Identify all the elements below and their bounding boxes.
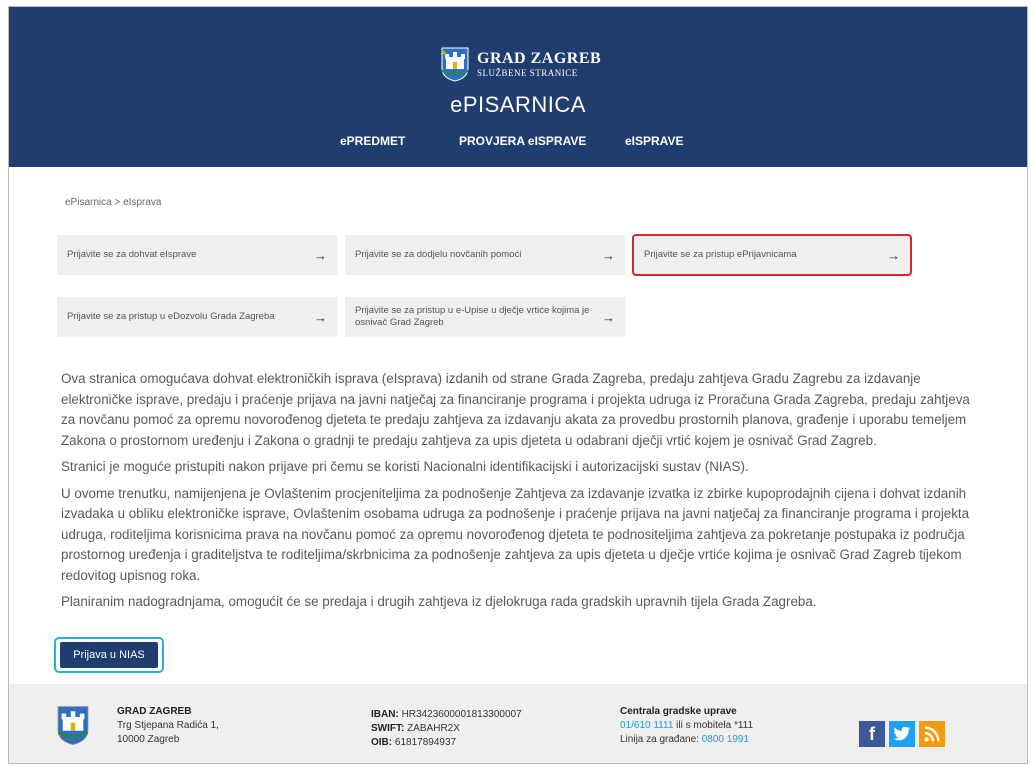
swift-label: SWIFT: [371,723,405,734]
footer-coat-of-arms-icon [57,704,89,751]
footer-address-line2: 10000 Zagreb [117,734,180,745]
tile-edozvola[interactable]: Prijavite se za pristup u eDozvolu Grada… [57,297,337,337]
footer-bank-info: IBAN: HR3423600001813300007 SWIFT: ZABAH… [371,708,522,750]
description-paragraph: Stranici je moguće pristupiti nakon prij… [61,459,749,474]
footer-contact: Centrala gradske uprave 01/610 1111 ili … [620,705,753,747]
nias-button-focus-ring: Prijava u NIAS [54,637,164,673]
tile-label: Prijavite se za dodjelu novčanih pomoći [355,249,522,260]
arrow-right-icon: → [602,309,615,325]
iban-label: IBAN: [371,709,399,720]
logo-title: GRAD ZAGREB [477,49,602,67]
breadcrumb[interactable]: ePisarnica > eIsprava [65,197,161,208]
nav-epredmet[interactable]: ePREDMET [340,134,405,148]
footer-address: GRAD ZAGREB Trg Stjepana Radića 1, 10000… [117,705,219,747]
tile-dohvat-eisprave[interactable]: Prijavite se za dohvat eIsprave → [57,235,337,275]
site-header: GRAD ZAGREB SLUŽBENE STRANICE ePISARNICA… [9,7,1027,167]
tile-label: Prijavite se za dohvat eIsprave [67,249,197,260]
footer-address-line1: Trg Stjepana Radića 1, [117,720,219,731]
tile-label: Prijavite se za pristup ePrijavnicama [644,249,797,260]
description-paragraph: U ovome trenutku, namijenjena je Ovlašte… [61,485,970,583]
nias-login-button[interactable]: Prijava u NIAS [60,642,158,668]
twitter-icon[interactable] [889,721,915,747]
citizens-phone-link[interactable]: 0800 1991 [702,734,749,745]
central-title: Centrala gradske uprave [620,706,737,717]
rss-icon[interactable] [919,721,945,747]
phone-link[interactable]: 01/610 1111 [620,720,673,731]
browser-page: GRAD ZAGREB SLUŽBENE STRANICE ePISARNICA… [8,6,1028,764]
description-paragraph: Planiranim nadogradnjama, omogućit će se… [61,594,817,609]
facebook-glyph: f [869,723,875,744]
facebook-icon[interactable]: f [859,721,885,747]
swift-value: ZABAHR2X [407,723,460,734]
iban-value: HR3423600001813300007 [401,709,522,720]
footer-org-name: GRAD ZAGREB [117,706,192,717]
site-logo[interactable]: GRAD ZAGREB SLUŽBENE STRANICE [441,41,601,87]
arrow-right-icon: → [602,247,615,263]
site-title: ePISARNICA [450,92,586,117]
zagreb-coat-of-arms-icon [441,46,469,82]
nav-eisprave[interactable]: eISPRAVE [625,134,683,148]
nav-provjera-eisprave[interactable]: PROVJERA eISPRAVE [459,134,586,148]
citizens-label: Linija za građane: [620,734,699,745]
tile-novcane-pomoci[interactable]: Prijavite se za dodjelu novčanih pomoći … [345,235,625,275]
oib-value: 61817894937 [394,737,457,748]
site-footer: GRAD ZAGREB Trg Stjepana Radića 1, 10000… [9,684,1027,763]
main-nav: ePREDMET PROVJERA eISPRAVE eISPRAVE [9,134,1027,154]
description-paragraph: Ova stranica omogućava dohvat elektronič… [61,371,970,448]
arrow-right-icon: → [314,309,327,325]
arrow-right-icon: → [887,247,900,263]
arrow-right-icon: → [314,247,327,263]
tile-label: Prijavite se za pristup u eDozvolu Grada… [67,311,275,322]
phone-suffix: ili s mobitela *111 [676,720,754,731]
page-description: Ova stranica omogućava dohvat elektronič… [61,369,981,619]
tile-label: Prijavite se za pristup u e-Upise u dječ… [355,305,590,328]
oib-label: OIB: [371,737,393,748]
tile-eprijavnice[interactable]: Prijavite se za pristup ePrijavnicama → [632,234,912,276]
tile-e-upisi[interactable]: Prijavite se za pristup u e-Upise u dječ… [345,297,625,337]
logo-subtitle: SLUŽBENE STRANICE [477,67,578,78]
